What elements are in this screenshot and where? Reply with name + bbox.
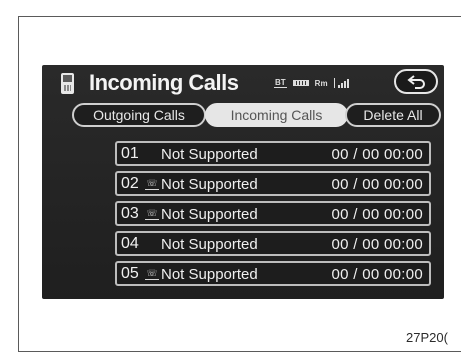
call-list-item[interactable]: 04 Not Supported 00 / 00 00:00: [115, 231, 431, 256]
tab-outgoing-calls[interactable]: Outgoing Calls: [72, 103, 206, 127]
call-time: 00 / 00 00:00: [331, 236, 423, 253]
battery-icon: [292, 80, 309, 86]
call-time: 00 / 00 00:00: [331, 266, 423, 283]
phone-handset-icon: [61, 73, 74, 94]
call-time: 00 / 00 00:00: [331, 146, 423, 163]
phone-screen: Incoming Calls BT Rm Outgoing Calls Inco…: [42, 65, 444, 299]
call-index: 03: [121, 205, 139, 222]
caller-name: Not Supported: [161, 176, 258, 193]
caller-name: Not Supported: [161, 236, 258, 253]
tab-incoming-calls[interactable]: Incoming Calls: [205, 103, 348, 127]
call-list-item[interactable]: 02 ☏ Not Supported 00 / 00 00:00: [115, 171, 431, 196]
signal-strength-icon: [333, 78, 350, 88]
call-index: 02: [121, 175, 139, 192]
back-button[interactable]: [394, 69, 438, 94]
call-list-item[interactable]: 05 ☏ Not Supported 00 / 00 00:00: [115, 261, 431, 286]
roaming-indicator: Rm: [314, 78, 328, 88]
bluetooth-icon: BT: [274, 78, 287, 88]
pay-phone-icon: ☏: [145, 208, 159, 220]
delete-all-button[interactable]: Delete All: [345, 103, 441, 127]
call-time: 00 / 00 00:00: [331, 176, 423, 193]
caller-name: Not Supported: [161, 146, 258, 163]
pay-phone-icon: ☏: [145, 178, 159, 190]
page-title: Incoming Calls: [89, 70, 239, 95]
back-arrow-icon: [407, 75, 425, 89]
call-index: 04: [121, 235, 139, 252]
status-indicators: BT Rm: [274, 76, 350, 90]
caller-name: Not Supported: [161, 206, 258, 223]
pay-phone-icon: ☏: [145, 268, 159, 280]
figure-caption: 27P20(: [406, 330, 448, 345]
call-list-item[interactable]: 03 ☏ Not Supported 00 / 00 00:00: [115, 201, 431, 226]
call-list-item[interactable]: 01 Not Supported 00 / 00 00:00: [115, 141, 431, 166]
call-index: 01: [121, 145, 139, 162]
title-bar: Incoming Calls BT Rm: [42, 65, 444, 100]
caller-name: Not Supported: [161, 266, 258, 283]
call-time: 00 / 00 00:00: [331, 206, 423, 223]
call-index: 05: [121, 265, 139, 282]
